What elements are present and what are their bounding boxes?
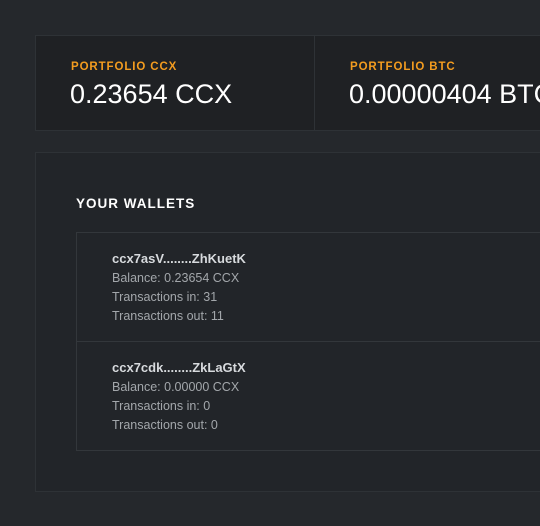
wallet-balance: Balance: 0.23654 CCX [112,271,240,285]
wallet-transactions-in: Transactions in: 0 [112,399,211,413]
portfolio-ccx-label: PORTFOLIO CCX [71,61,178,73]
wallets-title: YOUR WALLETS [76,196,196,211]
portfolio-btc-stat: PORTFOLIO BTC 0.00000404 BTC [314,36,540,130]
portfolio-ccx-value: 0.23654 CCX [70,79,233,109]
wallet-list: ccx7asV........ZhKuetK Balance: 0.23654 … [76,232,540,451]
wallet-item-1[interactable]: ccx7asV........ZhKuetK Balance: 0.23654 … [77,233,540,342]
portfolio-stats-card: PORTFOLIO CCX 0.23654 CCX PORTFOLIO BTC … [35,35,540,131]
wallet-item-2[interactable]: ccx7cdk........ZkLaGtX Balance: 0.00000 … [77,341,540,451]
portfolio-btc-label: PORTFOLIO BTC [350,61,456,73]
wallet-transactions-in: Transactions in: 31 [112,290,218,304]
wallets-card: YOUR WALLETS ccx7asV........ZhKuetK Bala… [35,152,540,492]
portfolio-ccx-stat: PORTFOLIO CCX 0.23654 CCX [36,36,314,130]
portfolio-btc-value: 0.00000404 BTC [349,79,540,109]
wallet-transactions-out: Transactions out: 0 [112,418,218,432]
wallet-transactions-out: Transactions out: 11 [112,309,224,323]
wallet-address[interactable]: ccx7asV........ZhKuetK [112,251,246,266]
wallet-address[interactable]: ccx7cdk........ZkLaGtX [112,360,246,375]
wallet-balance: Balance: 0.00000 CCX [112,380,240,394]
